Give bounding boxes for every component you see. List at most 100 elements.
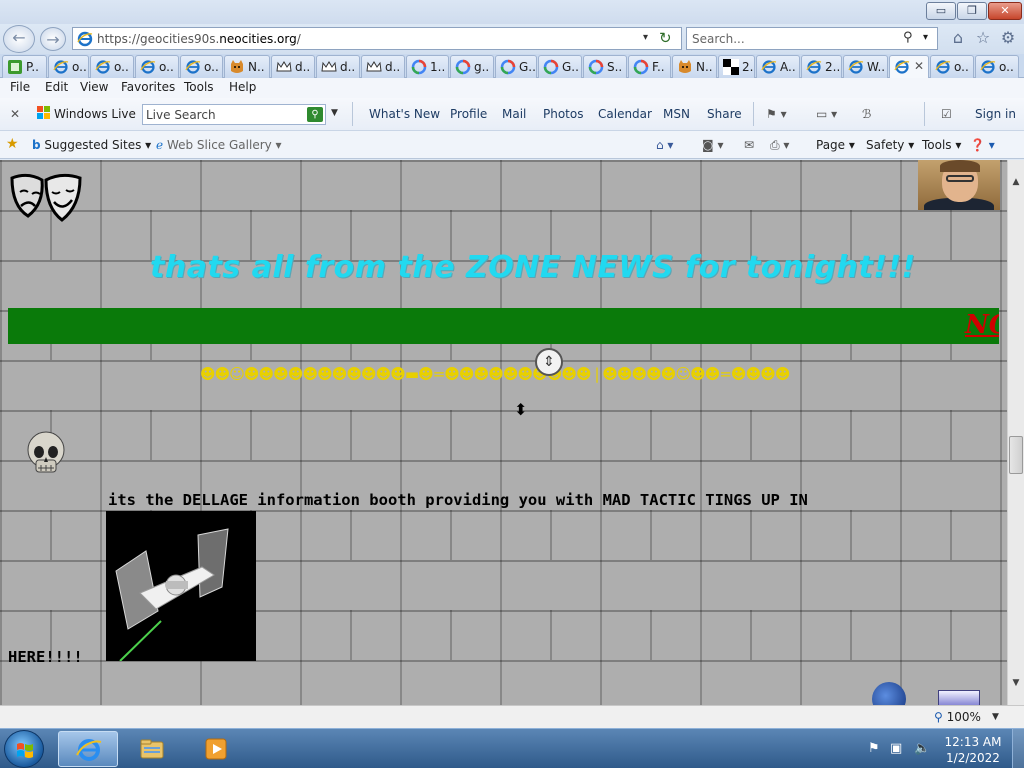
live-search-input[interactable]: Live Search ⚲	[142, 104, 326, 125]
browser-tab[interactable]: N..	[224, 55, 270, 78]
tab-label: A..	[780, 60, 796, 74]
page-viewport[interactable]: thats all from the ZONE NEWS for tonight…	[0, 160, 1007, 705]
back-button[interactable]: ←	[3, 25, 35, 53]
maximize-button[interactable]: ❐	[957, 2, 987, 20]
browser-tab[interactable]: 2..	[801, 55, 842, 78]
feeds-icon[interactable]: ◙ ▾	[702, 138, 723, 152]
browser-tab[interactable]: o..	[135, 55, 179, 78]
show-desktop-button[interactable]	[1012, 729, 1024, 768]
action-center-icon[interactable]: ⚑	[868, 741, 880, 756]
tab-bar: P.. o.. o.. o.. o.. N.. d.. d.. d.. 1.. g.. G.. G.. S…	[0, 54, 1024, 79]
browser-tab[interactable]: F..	[628, 55, 671, 78]
browser-tab[interactable]: ✕	[889, 55, 929, 79]
home-icon[interactable]: ⌂	[948, 28, 968, 48]
minimize-button[interactable]: ▭	[926, 2, 956, 20]
browser-tab[interactable]: d..	[361, 55, 405, 78]
browser-tab[interactable]: o..	[48, 55, 89, 78]
zoom-level[interactable]: ⚲ 100%	[934, 710, 981, 724]
menu-favorites[interactable]: Favorites	[121, 80, 175, 94]
media-player-icon	[205, 738, 227, 760]
start-button[interactable]	[4, 730, 44, 768]
volume-icon[interactable]: 🔈	[914, 741, 930, 756]
safety-menu[interactable]: Safety ▾	[866, 138, 914, 152]
browser-tab[interactable]: o..	[180, 55, 223, 78]
menu-help[interactable]: Help	[229, 80, 256, 94]
tab-label: G..	[562, 60, 579, 74]
system-clock[interactable]: 12:13 AM 1/2/2022	[942, 734, 1004, 766]
live-link-share[interactable]: Share	[707, 107, 742, 121]
menu-view[interactable]: View	[80, 80, 108, 94]
search-icon[interactable]: ⚲	[903, 30, 913, 45]
taskbar-explorer-button[interactable]	[122, 731, 182, 767]
tab-label: N..	[696, 60, 713, 74]
sign-in-link[interactable]: Sign in	[975, 107, 1016, 121]
edit-icon[interactable]: ☑	[941, 107, 952, 121]
gear-icon[interactable]: ⚙	[998, 28, 1018, 48]
scroll-thumb[interactable]	[1009, 436, 1023, 474]
live-search-dropdown-icon[interactable]: ▼	[331, 108, 338, 118]
browser-tab[interactable]: d..	[316, 55, 360, 78]
browser-tab[interactable]: o..	[975, 55, 1019, 78]
taskbar-media-player-button[interactable]	[186, 731, 246, 767]
search-dropdown-icon[interactable]: ▾	[923, 32, 928, 43]
live-link-what-s-new[interactable]: What's New	[369, 107, 440, 121]
close-toolbar-icon[interactable]: ✕	[10, 107, 20, 121]
print-icon[interactable]: ⎙ ▾	[770, 138, 789, 153]
browser-tab[interactable]: 2..	[718, 55, 755, 78]
menu-edit[interactable]: Edit	[45, 80, 68, 94]
globe-icon	[872, 682, 906, 705]
browser-tab[interactable]: W..	[843, 55, 888, 78]
refresh-icon[interactable]: ↻	[659, 29, 672, 47]
browser-tab[interactable]: A..	[756, 55, 800, 78]
search-input[interactable]: Search... ⚲ ▾	[686, 27, 938, 50]
browser-tab[interactable]: o..	[90, 55, 134, 78]
browser-tab[interactable]: g..	[450, 55, 494, 78]
messenger-icon[interactable]: ▭ ▾	[816, 107, 837, 121]
address-dropdown-icon[interactable]: ▾	[643, 32, 648, 43]
browser-tab[interactable]: P..	[2, 55, 47, 78]
translate-icon[interactable]: ℬ	[862, 107, 871, 121]
windows-live-brand[interactable]: Windows Live	[37, 106, 136, 121]
menu-tools[interactable]: Tools	[184, 80, 214, 94]
browser-tab[interactable]: G..	[495, 55, 537, 78]
live-link-profile[interactable]: Profile	[450, 107, 487, 121]
vertical-scrollbar[interactable]: ▲ ▼	[1007, 160, 1024, 705]
url-text[interactable]: https://geocities90s.neocities.org/	[97, 32, 301, 46]
address-bar[interactable]: https://geocities90s.neocities.org/ ▾ ↻	[72, 27, 682, 50]
live-link-mail[interactable]: Mail	[502, 107, 526, 121]
live-link-calendar[interactable]: Calendar	[598, 107, 652, 121]
tools-menu[interactable]: Tools ▾	[922, 138, 961, 152]
help-icon[interactable]: ❓ ▾	[970, 138, 995, 152]
network-icon[interactable]: ▣	[890, 741, 902, 756]
spaces-icon[interactable]: ⚑ ▾	[766, 107, 787, 121]
favorites-star-icon[interactable]: ★	[6, 136, 19, 152]
marquee-text[interactable]: NO	[965, 310, 999, 340]
browser-tab[interactable]: 1..	[406, 55, 449, 78]
menu-file[interactable]: File	[10, 80, 30, 94]
browser-tab[interactable]: N..	[672, 55, 717, 78]
autoscroll-icon[interactable]: ⇕	[535, 348, 563, 376]
scroll-down-icon[interactable]: ▼	[1008, 675, 1024, 692]
star-icon[interactable]: ☆	[973, 28, 993, 48]
home-command-icon[interactable]: ⌂ ▾	[656, 138, 673, 152]
zoom-dropdown-icon[interactable]: ▼	[992, 712, 999, 722]
crown-icon	[321, 61, 337, 72]
taskbar-ie-button[interactable]	[58, 731, 118, 767]
browser-tab[interactable]: d..	[271, 55, 315, 78]
page-menu[interactable]: Page ▾	[816, 138, 855, 152]
tab-label: o..	[72, 60, 87, 74]
live-search-go-icon[interactable]: ⚲	[307, 107, 323, 122]
google-icon	[543, 59, 559, 75]
read-mail-icon[interactable]: ✉	[744, 138, 754, 152]
forward-button[interactable]: →	[40, 27, 66, 51]
tab-close-icon[interactable]: ✕	[914, 59, 924, 73]
close-button[interactable]: ✕	[988, 2, 1022, 20]
live-link-msn[interactable]: MSN	[663, 107, 690, 121]
browser-tab[interactable]: o..	[930, 55, 974, 78]
live-link-photos[interactable]: Photos	[543, 107, 583, 121]
web-slice-gallery-link[interactable]: ℯ Web Slice Gallery ▾	[156, 138, 282, 152]
scroll-up-icon[interactable]: ▲	[1008, 174, 1024, 191]
browser-tab[interactable]: G..	[538, 55, 582, 78]
browser-tab[interactable]: S..	[583, 55, 627, 78]
suggested-sites-link[interactable]: b Suggested Sites ▾	[32, 138, 151, 152]
